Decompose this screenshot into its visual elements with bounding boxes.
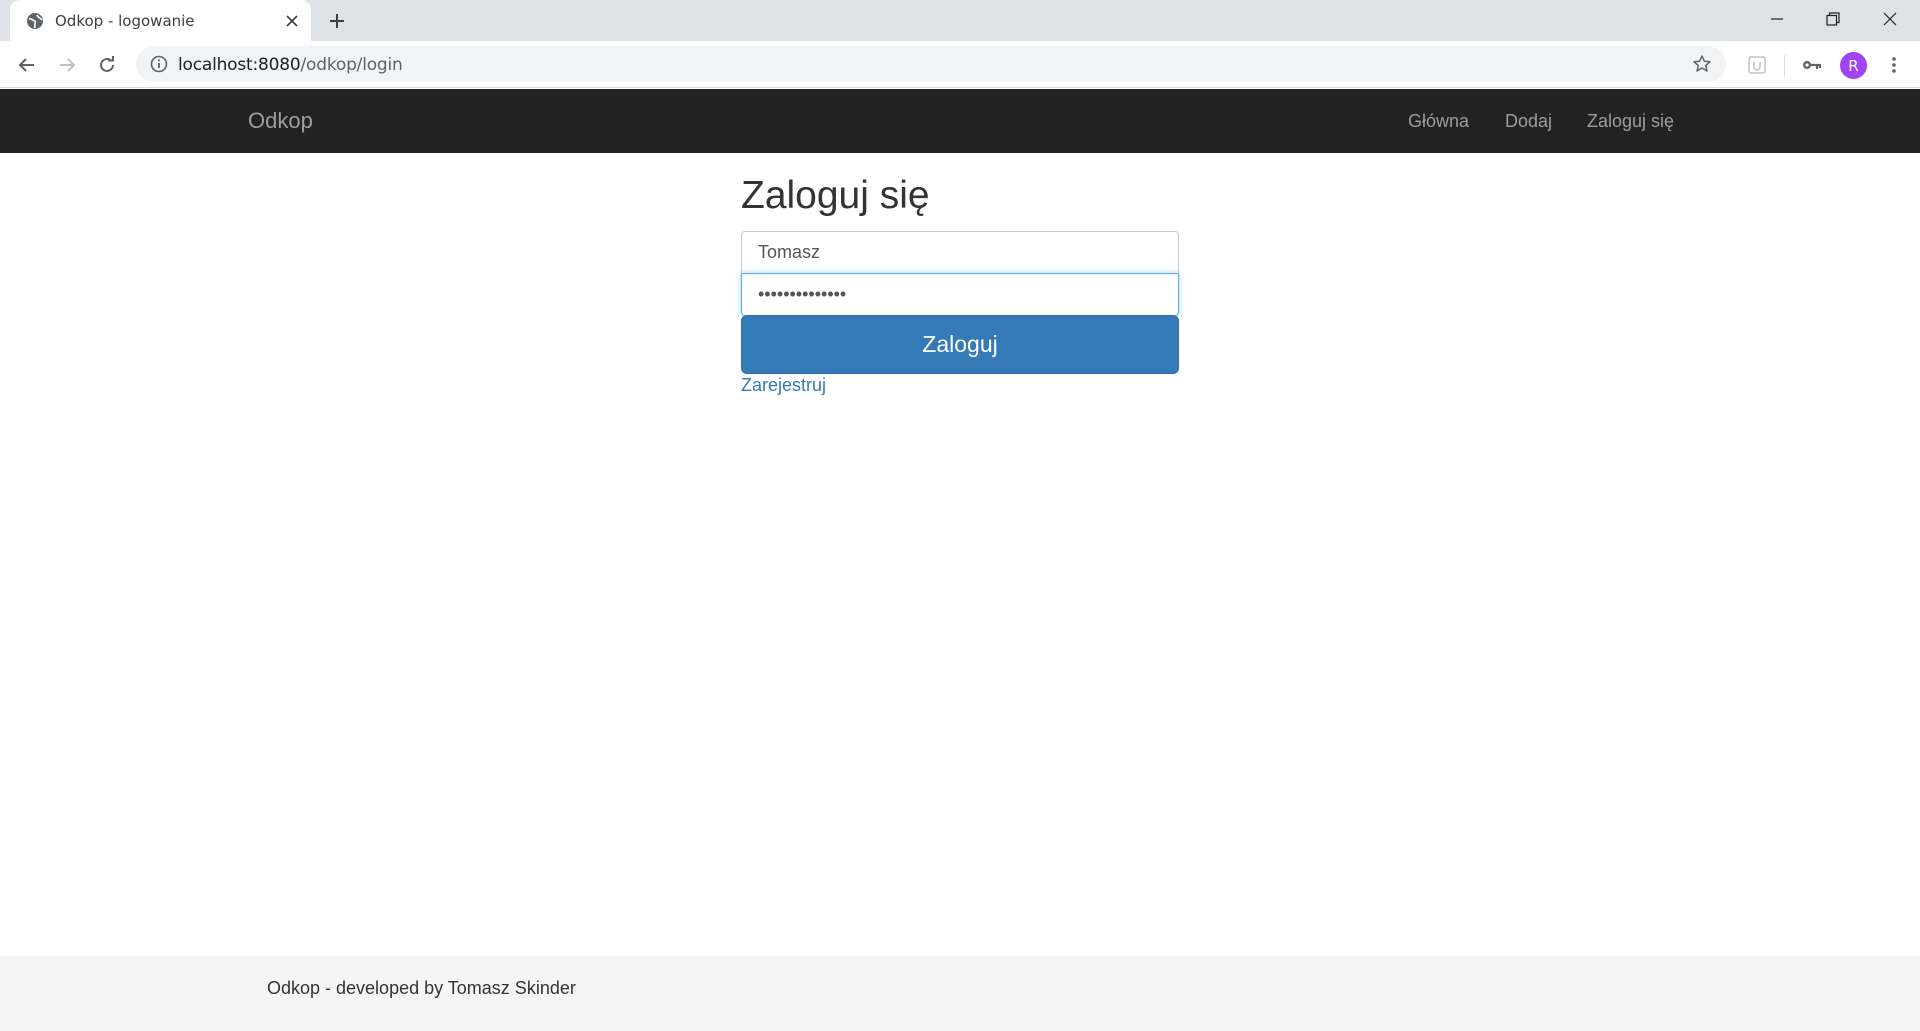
new-tab-icon[interactable] <box>326 10 348 32</box>
globe-icon <box>26 12 44 30</box>
star-icon[interactable] <box>1692 54 1712 74</box>
login-button[interactable]: Zaloguj <box>741 315 1179 374</box>
username-input[interactable] <box>741 231 1179 274</box>
browser-tab[interactable]: Odkop - logowanie <box>10 0 311 41</box>
footer-text: Odkop - developed by Tomasz Skinder <box>267 978 576 998</box>
brand-link[interactable]: Odkop <box>248 108 313 134</box>
url-host: localhost:8080 <box>178 55 301 75</box>
restore-icon[interactable] <box>1820 6 1846 32</box>
extension-icon[interactable] <box>1745 53 1769 77</box>
footer: Odkop - developed by Tomasz Skinder <box>0 956 1920 1031</box>
nav-link-login[interactable]: Zaloguj się <box>1587 111 1674 132</box>
browser-tabstrip: Odkop - logowanie <box>0 0 1920 41</box>
password-input[interactable] <box>741 273 1179 316</box>
back-arrow-icon[interactable] <box>13 51 41 79</box>
more-menu-icon[interactable] <box>1882 53 1906 77</box>
key-icon[interactable] <box>1800 53 1824 77</box>
address-bar[interactable]: localhost:8080/odkop/login <box>136 46 1726 82</box>
close-tab-icon[interactable] <box>282 11 302 31</box>
nav-link-home[interactable]: Główna <box>1408 111 1469 132</box>
url-path: /odkop/login <box>300 55 403 75</box>
site-navbar: Odkop Główna Dodaj Zaloguj się <box>0 89 1920 153</box>
forward-arrow-icon[interactable] <box>53 51 81 79</box>
toolbar-separator <box>1784 55 1785 77</box>
page-title: Zaloguj się <box>741 174 930 217</box>
nav-link-add[interactable]: Dodaj <box>1505 111 1552 132</box>
close-window-icon[interactable] <box>1877 6 1903 32</box>
info-icon[interactable] <box>150 55 168 73</box>
profile-avatar[interactable]: R <box>1840 52 1867 79</box>
register-link[interactable]: Zarejestruj <box>741 375 826 396</box>
tab-title: Odkop - logowanie <box>55 12 195 30</box>
reload-icon[interactable] <box>93 51 121 79</box>
browser-toolbar: localhost:8080/odkop/login <box>0 41 1920 88</box>
minimize-icon[interactable] <box>1764 6 1790 32</box>
url-text: localhost:8080/odkop/login <box>178 55 403 75</box>
